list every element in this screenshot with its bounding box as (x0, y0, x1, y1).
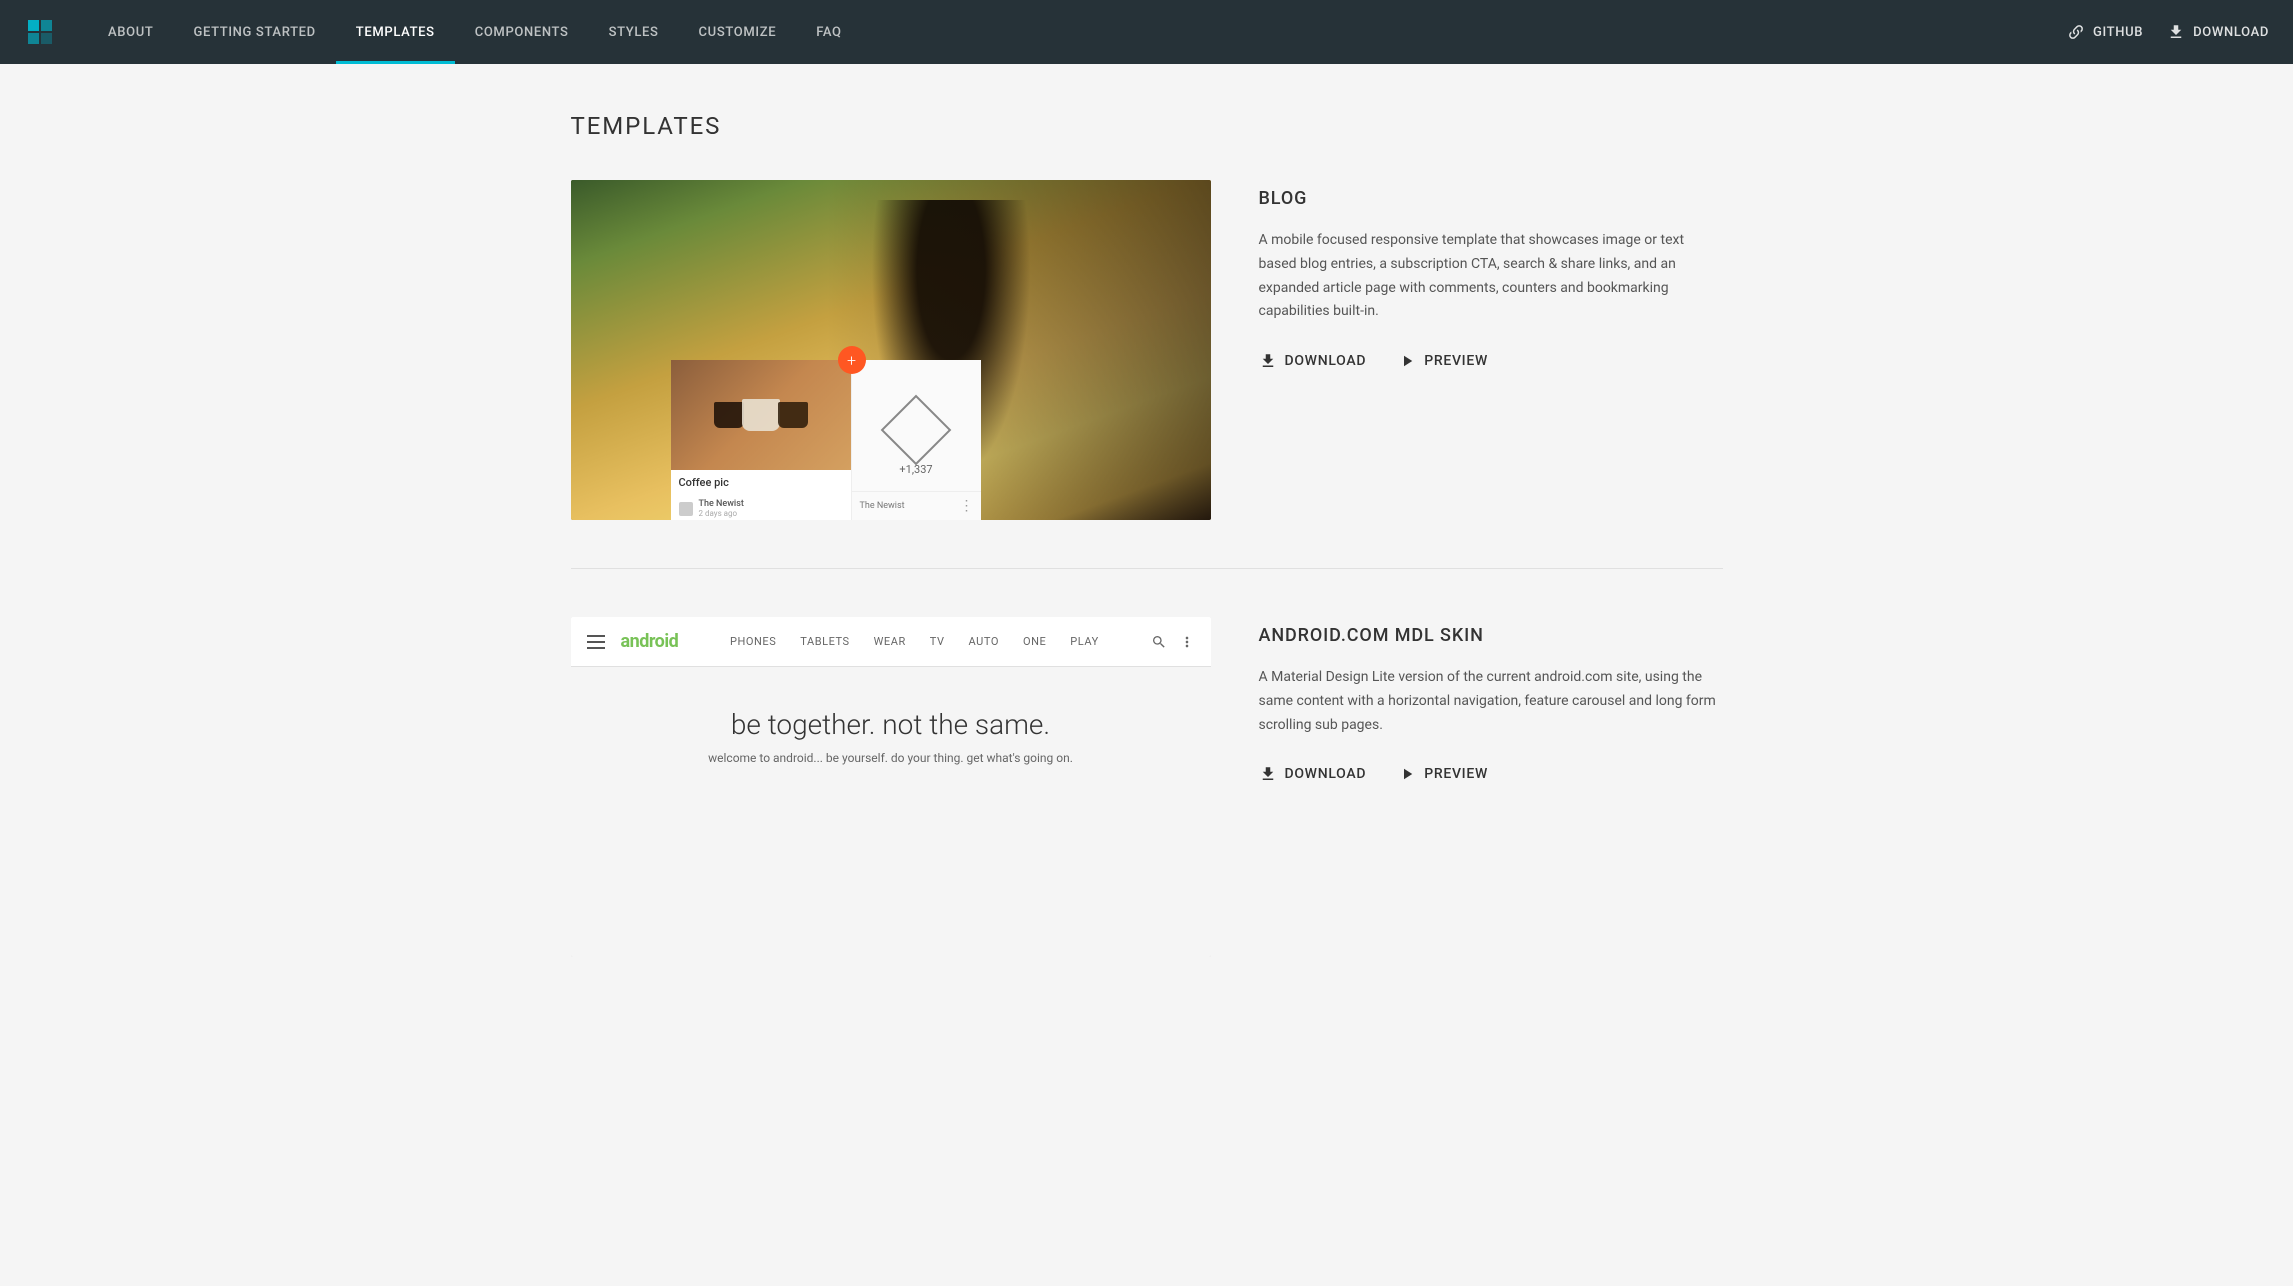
android-preview: android PHONES TABLETS WEAR TV AUTO ONE … (571, 617, 1211, 957)
card-caption: The Newist 2 days ago (699, 499, 744, 518)
android-hero: be together. not the same. welcome to an… (571, 667, 1211, 805)
blog-download-label: Download (1285, 353, 1367, 369)
android-logo: android (621, 631, 679, 652)
hamburger-icon[interactable] (587, 635, 605, 649)
blog-preview-button[interactable]: Preview (1398, 352, 1488, 370)
blog-preview-bg: Coffee pic The Newist 2 days ago + (571, 180, 1211, 520)
android-preview-icon (1398, 765, 1416, 783)
blog-info: BLOG A mobile focused responsive templat… (1259, 180, 1723, 370)
android-download-label: Download (1285, 766, 1367, 782)
coffee-image (671, 360, 851, 470)
blog-name: BLOG (1259, 188, 1723, 209)
cup-white (742, 399, 780, 431)
android-actions: Download Preview (1259, 765, 1723, 783)
android-nav-play[interactable]: PLAY (1070, 635, 1098, 648)
header: ABOUT GETTING STARTED TEMPLATES COMPONEN… (0, 0, 2293, 64)
logo[interactable] (24, 16, 56, 48)
nav-item-faq[interactable]: FAQ (796, 0, 861, 64)
download-header-button[interactable]: Download (2167, 23, 2269, 41)
plus-badge: + (838, 346, 866, 374)
github-button[interactable]: GitHub (2067, 23, 2143, 41)
hamburger-line-2 (587, 641, 605, 643)
github-label: GitHub (2093, 25, 2143, 40)
android-preview-bg: android PHONES TABLETS WEAR TV AUTO ONE … (571, 617, 1211, 957)
main-content: TEMPLATES (547, 64, 1747, 1053)
cup-dark2 (778, 402, 808, 428)
android-nav-one[interactable]: ONE (1023, 635, 1046, 648)
nav-item-getting-started[interactable]: GETTING STARTED (173, 0, 335, 64)
card-footer-first: The Newist 2 days ago (671, 495, 851, 520)
header-actions: GitHub Download (2067, 23, 2269, 41)
template-card-android: android PHONES TABLETS WEAR TV AUTO ONE … (571, 617, 1723, 957)
cups-display (671, 360, 851, 470)
blog-download-icon (1259, 352, 1277, 370)
android-preview-label: Preview (1424, 766, 1488, 782)
main-nav: ABOUT GETTING STARTED TEMPLATES COMPONEN… (88, 0, 2067, 64)
android-download-button[interactable]: Download (1259, 765, 1367, 783)
android-nav-wear[interactable]: WEAR (874, 635, 906, 648)
android-name: ANDROID.COM MDL SKIN (1259, 625, 1723, 646)
nav-item-customize[interactable]: CUSTOMIZE (679, 0, 797, 64)
android-preview-button[interactable]: Preview (1398, 765, 1488, 783)
android-hero-title: be together. not the same. (595, 707, 1187, 743)
overlay-cards: Coffee pic The Newist 2 days ago + (671, 360, 981, 520)
android-nav-phones[interactable]: PHONES (730, 635, 776, 648)
android-nav: PHONES TABLETS WEAR TV AUTO ONE PLAY (694, 635, 1134, 648)
android-more-icon[interactable] (1179, 634, 1195, 650)
blog-card-first: Coffee pic The Newist 2 days ago (671, 360, 851, 520)
page-title: TEMPLATES (571, 112, 1723, 140)
download-header-icon (2167, 23, 2185, 41)
android-description: A Material Design Lite version of the cu… (1259, 666, 1723, 737)
blog-description: A mobile focused responsive template tha… (1259, 229, 1723, 324)
download-header-label: Download (2193, 25, 2269, 40)
nav-item-templates[interactable]: TEMPLATES (336, 0, 455, 64)
blog-preview-label: Preview (1424, 353, 1488, 369)
android-nav-tv[interactable]: TV (930, 635, 945, 648)
android-search-icon[interactable] (1151, 634, 1167, 650)
cup-dark1 (714, 402, 744, 428)
android-nav-bar: android PHONES TABLETS WEAR TV AUTO ONE … (571, 617, 1211, 667)
blog-download-button[interactable]: Download (1259, 352, 1367, 370)
diamond-icon (881, 394, 952, 465)
blog-actions: Download Preview (1259, 352, 1723, 370)
android-nav-tablets[interactable]: TABLETS (800, 635, 849, 648)
android-download-icon (1259, 765, 1277, 783)
card-footer-row: The Newist ⋮ (852, 491, 981, 520)
android-header-icons (1151, 634, 1195, 650)
logo-icon (24, 16, 56, 48)
android-nav-auto[interactable]: AUTO (969, 635, 999, 648)
blog-preview: Coffee pic The Newist 2 days ago + (571, 180, 1211, 520)
divider-1 (571, 568, 1723, 569)
hamburger-line-3 (587, 647, 605, 649)
blog-card-second: + +1,337 The Newist ⋮ (851, 360, 981, 520)
android-hero-sub: welcome to android... be yourself. do yo… (595, 751, 1187, 765)
github-icon (2067, 23, 2085, 41)
nav-item-styles[interactable]: STYLES (589, 0, 679, 64)
nav-item-about[interactable]: ABOUT (88, 0, 173, 64)
card-avatar-icon (679, 502, 693, 516)
android-info: ANDROID.COM MDL SKIN A Material Design L… (1259, 617, 1723, 783)
blog-preview-icon (1398, 352, 1416, 370)
footer-caption: The Newist (860, 501, 905, 511)
caption-text: The Newist (699, 499, 744, 509)
template-card-blog: Coffee pic The Newist 2 days ago + (571, 180, 1723, 520)
hamburger-line-1 (587, 635, 605, 637)
coffee-label: Coffee pic (671, 470, 851, 495)
caption-time: 2 days ago (699, 509, 744, 518)
three-dots-icon[interactable]: ⋮ (960, 498, 973, 514)
nav-item-components[interactable]: COMPONENTS (455, 0, 589, 64)
